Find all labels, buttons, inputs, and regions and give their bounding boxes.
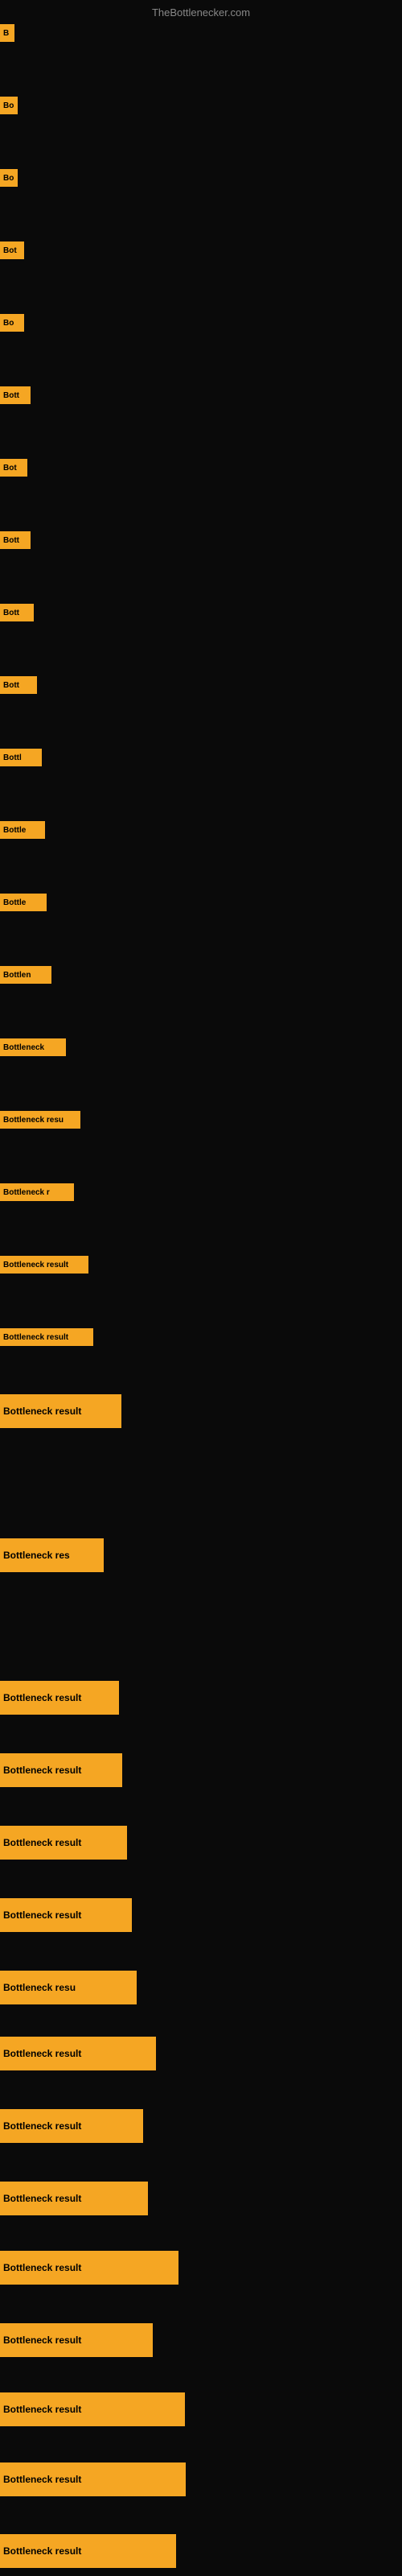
bar-item-29: Bottleneck result <box>0 2182 148 2215</box>
bar-label-27: Bottleneck result <box>0 2037 156 2070</box>
bar-label-1: B <box>0 24 14 42</box>
bar-item-1: B <box>0 24 14 42</box>
bar-label-15: Bottleneck <box>0 1038 66 1056</box>
bar-item-22: Bottleneck result <box>0 1681 119 1715</box>
bar-item-32: Bottleneck result <box>0 2392 185 2426</box>
bar-item-9: Bott <box>0 604 34 621</box>
bar-item-16: Bottleneck resu <box>0 1111 80 1129</box>
bar-label-32: Bottleneck result <box>0 2392 185 2426</box>
bar-item-19: Bottleneck result <box>0 1328 93 1346</box>
bar-label-22: Bottleneck result <box>0 1681 119 1715</box>
bar-item-13: Bottle <box>0 894 47 911</box>
bar-label-9: Bott <box>0 604 34 621</box>
bar-label-31: Bottleneck result <box>0 2323 153 2357</box>
bar-label-6: Bott <box>0 386 31 404</box>
bar-label-33: Bottleneck result <box>0 2462 186 2496</box>
bar-label-25: Bottleneck result <box>0 1898 132 1932</box>
bar-label-20: Bottleneck result <box>0 1394 121 1428</box>
bar-item-23: Bottleneck result <box>0 1753 122 1787</box>
bar-label-34: Bottleneck result <box>0 2534 176 2568</box>
bar-label-26: Bottleneck resu <box>0 1971 137 2004</box>
bar-item-18: Bottleneck result <box>0 1256 88 1274</box>
bar-label-18: Bottleneck result <box>0 1256 88 1274</box>
bar-label-21: Bottleneck res <box>0 1538 104 1572</box>
bar-label-8: Bott <box>0 531 31 549</box>
bar-label-29: Bottleneck result <box>0 2182 148 2215</box>
bar-label-17: Bottleneck r <box>0 1183 74 1201</box>
bar-item-5: Bo <box>0 314 24 332</box>
bar-label-11: Bottl <box>0 749 42 766</box>
bar-label-10: Bott <box>0 676 37 694</box>
bar-label-13: Bottle <box>0 894 47 911</box>
bar-item-11: Bottl <box>0 749 42 766</box>
bar-label-4: Bot <box>0 242 24 259</box>
bar-label-19: Bottleneck result <box>0 1328 93 1346</box>
bar-label-30: Bottleneck result <box>0 2251 178 2285</box>
bar-item-14: Bottlen <box>0 966 51 984</box>
bar-label-28: Bottleneck result <box>0 2109 143 2143</box>
bar-label-12: Bottle <box>0 821 45 839</box>
bar-item-26: Bottleneck resu <box>0 1971 137 2004</box>
bar-item-12: Bottle <box>0 821 45 839</box>
bar-item-31: Bottleneck result <box>0 2323 153 2357</box>
bar-label-24: Bottleneck result <box>0 1826 127 1860</box>
bar-label-3: Bo <box>0 169 18 187</box>
bar-item-25: Bottleneck result <box>0 1898 132 1932</box>
bar-label-5: Bo <box>0 314 24 332</box>
bar-item-6: Bott <box>0 386 31 404</box>
bar-item-34: Bottleneck result <box>0 2534 176 2568</box>
bar-label-2: Bo <box>0 97 18 114</box>
bar-label-14: Bottlen <box>0 966 51 984</box>
bar-label-16: Bottleneck resu <box>0 1111 80 1129</box>
bar-item-17: Bottleneck r <box>0 1183 74 1201</box>
bar-item-27: Bottleneck result <box>0 2037 156 2070</box>
bar-item-3: Bo <box>0 169 18 187</box>
bar-label-23: Bottleneck result <box>0 1753 122 1787</box>
site-title: TheBottlenecker.com <box>152 6 250 19</box>
bar-item-4: Bot <box>0 242 24 259</box>
bar-item-8: Bott <box>0 531 31 549</box>
bar-item-7: Bot <box>0 459 27 477</box>
bar-item-24: Bottleneck result <box>0 1826 127 1860</box>
bar-item-20: Bottleneck result <box>0 1394 121 1428</box>
bar-item-21: Bottleneck res <box>0 1538 104 1572</box>
bar-item-15: Bottleneck <box>0 1038 66 1056</box>
bar-item-2: Bo <box>0 97 18 114</box>
bar-item-10: Bott <box>0 676 37 694</box>
bar-item-28: Bottleneck result <box>0 2109 143 2143</box>
bar-item-33: Bottleneck result <box>0 2462 186 2496</box>
bar-item-30: Bottleneck result <box>0 2251 178 2285</box>
bar-label-7: Bot <box>0 459 27 477</box>
